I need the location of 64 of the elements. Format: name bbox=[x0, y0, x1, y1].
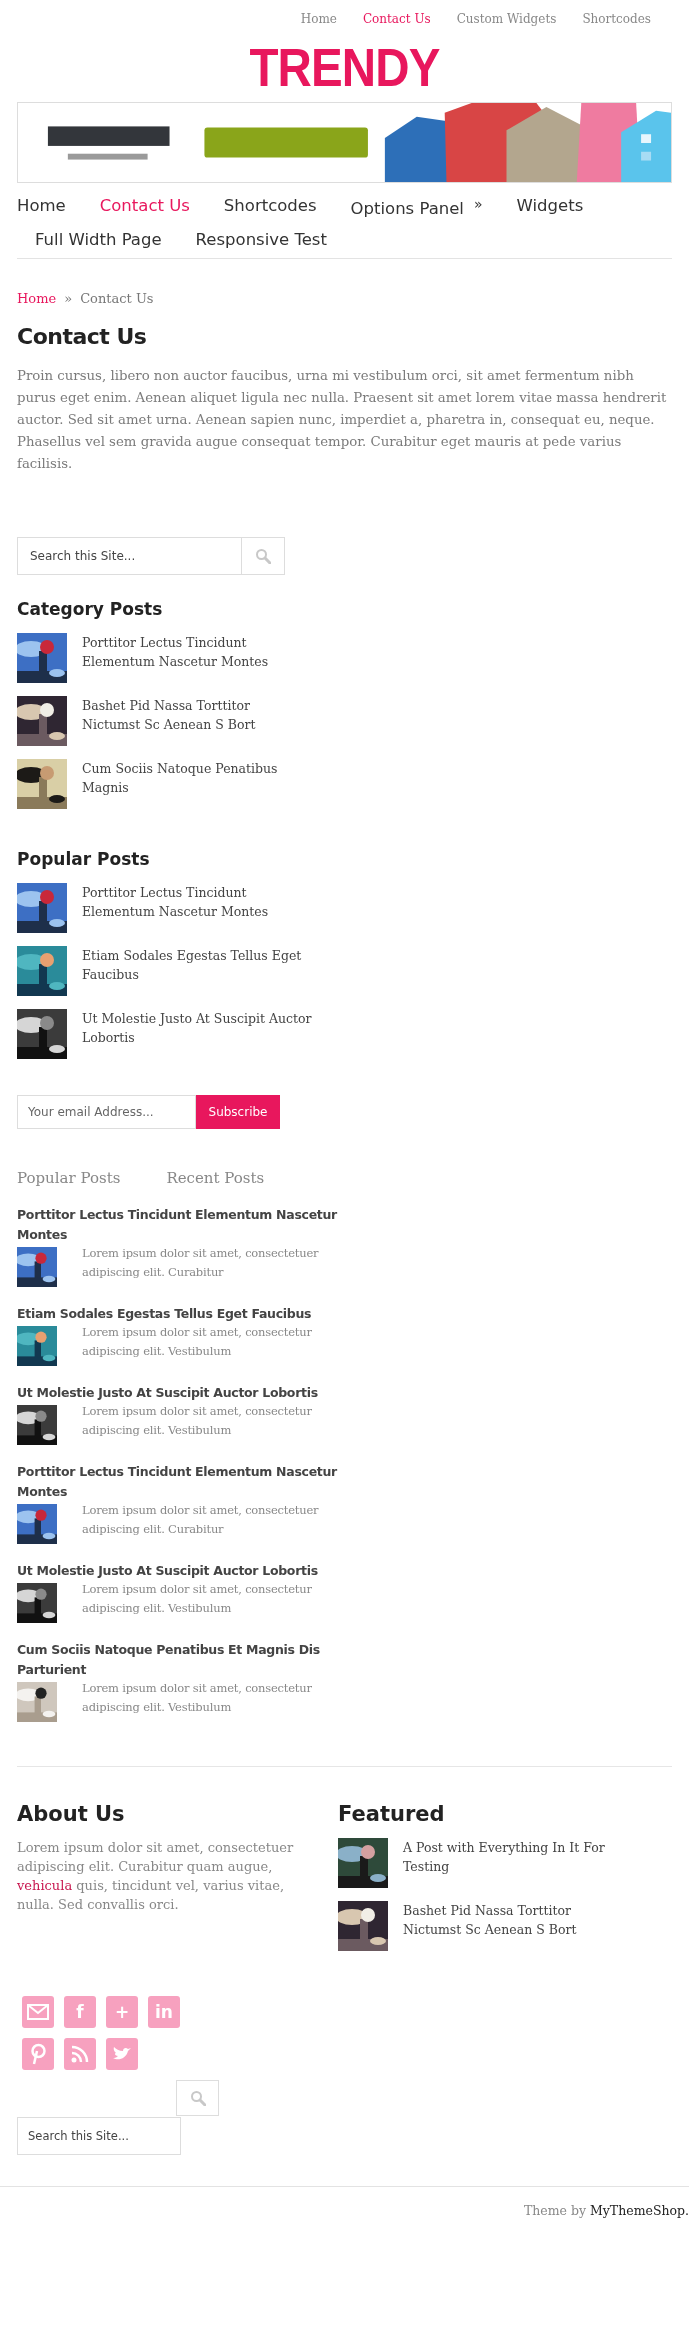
site-logo[interactable]: TRENDY bbox=[56, 40, 633, 94]
menu-item[interactable]: Shortcodes bbox=[223, 196, 317, 218]
subscribe-button[interactable]: Subscribe bbox=[196, 1095, 280, 1129]
post-link[interactable]: A Post with Everything In It For Testing bbox=[403, 1838, 629, 1876]
post-link[interactable]: Ut Molestie Justo At Suscipit Auctor Lobortis bbox=[82, 1009, 312, 1047]
credit-link[interactable]: MyThemeShop. bbox=[590, 2203, 689, 2218]
credit-text: Theme by MyThemeShop. bbox=[523, 2203, 689, 2218]
top-nav-link[interactable]: Home bbox=[300, 12, 337, 26]
page-title: Contact Us bbox=[17, 324, 148, 349]
post-title[interactable]: Ut Molestie Justo At Suscipit Auctor Lobortis bbox=[17, 1383, 347, 1403]
post-link[interactable]: Bashet Pid Nassa Torttitor Nictumst Sc Aenean S Bort bbox=[82, 696, 312, 734]
footer-heading: Featured bbox=[338, 1802, 446, 1826]
search-button[interactable] bbox=[242, 537, 285, 575]
text-link[interactable]: vehicula bbox=[17, 1878, 73, 1893]
post-excerpt: Lorem ipsum dolor sit amet, consectetur adipiscing elit. Vestibulum bbox=[82, 1324, 313, 1360]
menu-item[interactable]: Home bbox=[17, 196, 66, 218]
post-excerpt: Lorem ipsum dolor sit amet, consectetur adipiscing elit. Vestibulum bbox=[82, 1403, 313, 1439]
social-button[interactable] bbox=[64, 2038, 96, 2070]
post-title[interactable]: Porttitor Lectus Tincidunt Elementum Nascetur Montes bbox=[17, 1462, 347, 1502]
post-link[interactable]: Porttitor Lectus Tincidunt Elementum Nascetur Montes bbox=[82, 633, 312, 671]
breadcrumb-separator: » bbox=[64, 291, 73, 306]
envelope-icon bbox=[27, 2004, 49, 2020]
page-text: Proin cursus, libero non auctor faucibus, urna mi vestibulum orci, sit amet fermentum nibh purus eget enim. Aenean aliquet ligula nec nulla. Praesent sit amet lorem vitae massa hendrerit auctor. Sed sit amet urna. Aenean sapien nunc, imperdiet a, pharetra in, consequat eu, neque. Phasellus vel sem gravida augue consequat tempor. Curabitur eget mauris at pede varius facilisis. bbox=[17, 367, 668, 473]
footer-heading: About Us bbox=[17, 1802, 126, 1826]
social-button[interactable] bbox=[22, 2038, 54, 2070]
post-title[interactable]: Cum Sociis Natoque Penatibus Et Magnis Dis Parturient bbox=[17, 1640, 347, 1680]
search-field[interactable]: Search this Site... bbox=[17, 2117, 181, 2155]
post-excerpt: Lorem ipsum dolor sit amet, consectetuer adipiscing elit. Curabitur bbox=[82, 1502, 320, 1538]
menu-item[interactable]: Options Panel $^{»}$ bbox=[350, 196, 483, 218]
email-field[interactable]: Your email Address... bbox=[17, 1095, 196, 1129]
post-excerpt: Lorem ipsum dolor sit amet, consectetur adipiscing elit. Vestibulum bbox=[82, 1581, 313, 1617]
tab[interactable]: Recent Posts bbox=[166, 1169, 265, 1187]
social-button[interactable] bbox=[22, 1996, 54, 2028]
breadcrumb-current: Contact Us bbox=[80, 291, 154, 306]
post-link[interactable]: Porttitor Lectus Tincidunt Elementum Nascetur Montes bbox=[82, 883, 312, 921]
search-button[interactable] bbox=[176, 2080, 219, 2116]
post-title[interactable]: Porttitor Lectus Tincidunt Elementum Nascetur Montes bbox=[17, 1205, 347, 1245]
submenu-indicator: » bbox=[473, 196, 483, 212]
search-field[interactable]: Search this Site... bbox=[17, 537, 242, 575]
post-link[interactable]: Bashet Pid Nassa Torttitor Nictumst Sc Aenean S Bort bbox=[403, 1901, 629, 1939]
bird-icon bbox=[112, 2046, 132, 2062]
top-nav-link[interactable]: Shortcodes bbox=[582, 12, 651, 26]
menu-item[interactable]: Contact Us bbox=[99, 196, 190, 218]
search-icon bbox=[189, 2090, 206, 2106]
rss-icon bbox=[71, 2045, 89, 2063]
post-title[interactable]: Ut Molestie Justo At Suscipit Auctor Lobortis bbox=[17, 1561, 347, 1581]
menu-item[interactable]: Widgets bbox=[516, 196, 584, 218]
post-excerpt: Lorem ipsum dolor sit amet, consectetur adipiscing elit. Vestibulum bbox=[82, 1680, 313, 1716]
post-excerpt: Lorem ipsum dolor sit amet, consectetuer adipiscing elit. Curabitur bbox=[82, 1245, 320, 1281]
top-nav-link[interactable]: Custom Widgets bbox=[456, 12, 557, 26]
top-nav-link[interactable]: Contact Us bbox=[362, 12, 431, 26]
breadcrumb-link[interactable]: Home bbox=[17, 291, 57, 306]
about-text: Lorem ipsum dolor sit amet, consectetuer adipiscing elit. Curabitur quam augue, vehicula quis, tincidunt vel, varius vitae, nulla. Sed convallis orci. bbox=[17, 1839, 295, 1914]
menu-item[interactable]: Full Width Page bbox=[35, 230, 162, 249]
pin-icon bbox=[30, 2043, 46, 2065]
post-link[interactable]: Cum Sociis Natoque Penatibus Magnis bbox=[82, 759, 312, 797]
social-button[interactable] bbox=[106, 2038, 138, 2070]
post-link[interactable]: Etiam Sodales Egestas Tellus Eget Faucibus bbox=[82, 946, 312, 984]
tab[interactable]: Popular Posts bbox=[17, 1169, 121, 1187]
widget-title: Popular Posts bbox=[17, 849, 151, 869]
post-title[interactable]: Etiam Sodales Egestas Tellus Eget Faucibus bbox=[17, 1304, 347, 1324]
widget-title: Category Posts bbox=[17, 599, 164, 619]
search-icon bbox=[255, 548, 271, 564]
menu-item[interactable]: Responsive Test bbox=[195, 230, 327, 249]
